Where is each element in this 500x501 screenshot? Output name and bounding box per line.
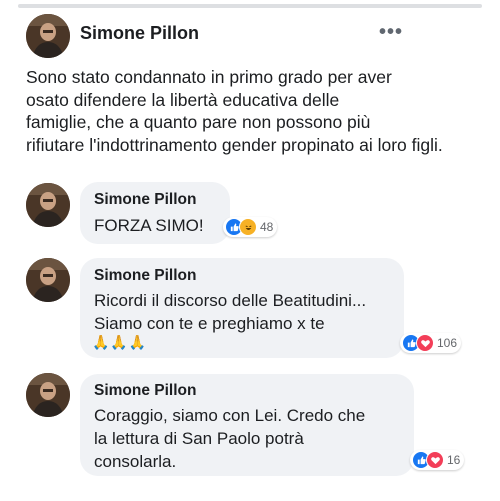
reaction-summary[interactable]: 48 [223,217,278,237]
reaction-summary[interactable]: 106 [400,333,462,353]
comment-text: Coraggio, siamo con Lei. Credo che la le… [94,404,365,473]
reaction-summary[interactable]: 16 [410,450,465,470]
comment-text-line: consolarla. [94,452,177,471]
comment-author-name[interactable]: Simone Pillon [94,267,196,285]
post-author-name[interactable]: Simone Pillon [80,23,199,44]
avatar[interactable] [26,14,70,58]
love-reaction-icon [416,334,434,352]
comment-text-line: FORZA SIMO! [94,216,204,235]
post-text-line: osato difendere la libertà educativa del… [26,89,340,110]
love-reaction-icon [426,451,444,469]
reaction-count: 16 [447,453,461,467]
praying-hands-emojis: 🙏🙏🙏 [92,334,148,350]
top-divider [18,4,482,8]
comment-avatar[interactable] [26,183,70,227]
more-horizontal-icon[interactable]: ••• [379,21,403,44]
profile-photo [26,183,70,227]
comment-text-line: Siamo con te e preghiamo x te [94,314,325,333]
comment-author-name[interactable]: Simone Pillon [94,382,196,400]
post-text-line: rifiutare l'indottrinamento gender propi… [26,134,443,155]
profile-photo [26,373,70,417]
comment-author-name[interactable]: Simone Pillon [94,191,196,209]
reaction-count: 106 [437,336,458,350]
comment-text: FORZA SIMO! [94,214,204,237]
haha-reaction-icon [239,218,257,236]
comment-text: Ricordi il discorso delle Beatitudini...… [94,289,366,335]
post-text-line: Sono stato condannato in primo grado per… [26,67,392,87]
comment-text-line: Coraggio, siamo con Lei. Credo che [94,406,366,425]
comment-avatar[interactable] [26,373,70,417]
comment-avatar[interactable] [26,258,70,302]
comment-text-line: Ricordi il discorso delle Beatitudini... [94,291,367,310]
profile-photo [26,258,70,302]
post-text-line: famiglie, che a quanto pare non possono … [26,112,371,132]
comment-text-line: la lettura di San Paolo potrà [94,429,304,448]
reaction-count: 48 [260,220,274,234]
profile-photo [26,14,70,58]
post-text: Sono stato condannato in primo grado per… [26,66,496,156]
